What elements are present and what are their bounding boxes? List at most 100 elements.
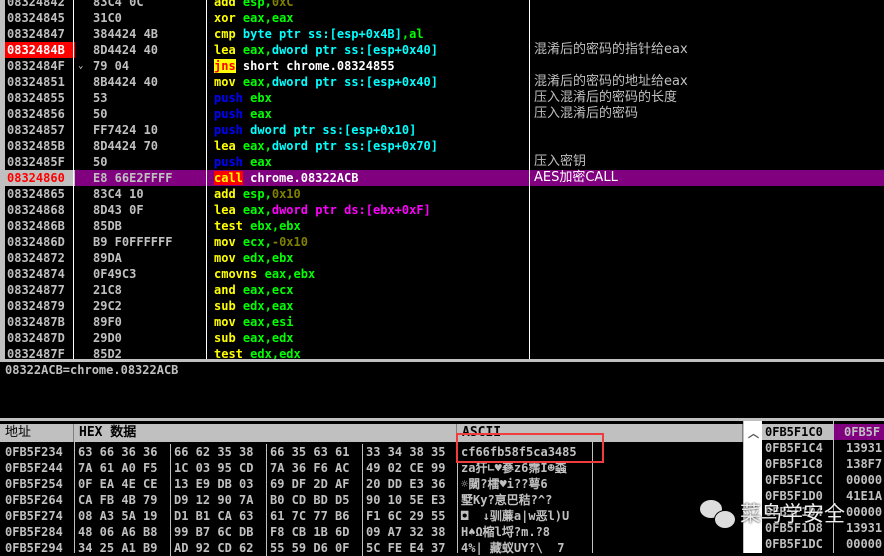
- column-divider: [529, 0, 530, 359]
- disasm-row[interactable]: 0832487D 29D0 sub eax,edx: [0, 330, 884, 346]
- instruction: lea eax,dword ptr ds:[ebx+0xF]: [214, 202, 431, 218]
- operand: eax: [242, 11, 265, 25]
- dump-bytes: 99 B7 6C DB: [174, 525, 254, 539]
- operand: eax: [271, 11, 294, 25]
- disasm-row[interactable]: 0832485F 50 push eax 压入密钥: [0, 154, 884, 170]
- operand: dword ptr ds:[ebx+0xF]: [271, 203, 431, 217]
- disasm-row[interactable]: 08324847 384424 4B cmp byte ptr ss:[esp+0x…: [0, 26, 884, 42]
- stack-row[interactable]: 0FB5F1C0 0FB5F: [762, 424, 884, 440]
- dump-bytes: F8 CB 1B 6D: [270, 525, 350, 539]
- operand: eax: [250, 155, 272, 169]
- operand: edx: [250, 347, 272, 359]
- operand: ,: [271, 347, 280, 359]
- dump-scrollbar[interactable]: ︿: [743, 421, 763, 553]
- instruction: push dword ptr ss:[esp+0x10]: [214, 122, 416, 138]
- comment: 混淆后的密码的指针给eax: [534, 42, 688, 57]
- instruction: and eax,ecx: [214, 282, 294, 298]
- mnemonic: test: [214, 219, 243, 233]
- disasm-row[interactable]: 08324860 E8 66E2FFFF call chrome.08322ACB A…: [5, 170, 884, 186]
- disassembly-pane[interactable]: 08324842 83C4 0C add esp,0xC 08324845 31C0 xo…: [0, 0, 884, 359]
- column-divider: [266, 444, 267, 460]
- address: 0832485F: [7, 155, 65, 169]
- stack-value: 0FB5F: [834, 424, 884, 440]
- mnemonic: cmovns: [214, 267, 258, 281]
- operand: ,: [264, 235, 272, 249]
- column-divider: [206, 0, 207, 359]
- operand: esp: [242, 187, 265, 201]
- mnemonic: mov: [214, 235, 236, 249]
- comment: AES加密CALL: [534, 170, 618, 185]
- instruction: mov edx,ebx: [214, 250, 294, 266]
- disasm-row[interactable]: 0832486D B9 F0FFFFFF mov ecx,-0x10: [0, 234, 884, 250]
- operand: ,: [264, 11, 272, 25]
- address: 0832484B: [5, 42, 75, 58]
- hex-dump-pane[interactable]: 地址 HEX 数据 ASCII 0FB5F234 63 66 36 36 66 62…: [0, 421, 762, 556]
- column-divider: [362, 444, 363, 460]
- column-divider: [266, 540, 267, 556]
- stack-address: 0FB5F1DC: [765, 537, 823, 551]
- disasm-row[interactable]: 08324856 50 push eax 压入混淆后的密码: [0, 106, 884, 122]
- dump-bytes: 48 06 A6 B8: [78, 525, 158, 539]
- disasm-row[interactable]: 0832484F ⌄ 79 04 jns short chrome.08324855: [0, 58, 884, 74]
- dump-address: 0FB5F284: [5, 525, 63, 539]
- disasm-row[interactable]: 08324857 FF7424 10 push dword ptr ss:[esp+…: [0, 122, 884, 138]
- dump-bytes: 13 E9 DB 03: [174, 477, 254, 491]
- disasm-row[interactable]: 08324872 89DA mov edx,ebx: [0, 250, 884, 266]
- instruction: cmovns eax,ebx: [214, 266, 315, 282]
- dump-bytes: 7A 61 A0 F5: [78, 461, 158, 475]
- opcode-bytes: 50: [93, 107, 108, 121]
- operand: eax: [242, 139, 265, 153]
- disasm-row[interactable]: 08324842 83C4 0C add esp,0xC: [0, 0, 884, 10]
- operand: eax: [242, 203, 265, 217]
- operand: ,: [264, 315, 272, 329]
- mnemonic: lea: [214, 203, 236, 217]
- scroll-up-icon[interactable]: ︿: [744, 425, 763, 441]
- dump-bytes: 09 A7 32 38: [366, 525, 446, 539]
- mnemonic: jns: [214, 59, 236, 73]
- column-divider: [362, 540, 363, 556]
- disasm-row[interactable]: 0832487B 89F0 mov eax,esi: [0, 314, 884, 330]
- disasm-row[interactable]: 08324877 21C8 and eax,ecx: [0, 282, 884, 298]
- column-divider: [362, 492, 363, 508]
- dump-address: 0FB5F244: [5, 461, 63, 475]
- operand: ,: [264, 299, 272, 313]
- address: 08324868: [7, 203, 65, 217]
- disasm-row[interactable]: 0832487F 85D2 test edx,edx: [0, 346, 884, 359]
- address: 08324847: [7, 27, 65, 41]
- highlight-box: [456, 433, 604, 463]
- mnemonic: mov: [214, 315, 236, 329]
- opcode-bytes: 85D2: [93, 347, 122, 359]
- operand: edx: [271, 331, 294, 345]
- opcode-bytes: 8D4424 70: [93, 139, 159, 153]
- stack-pane[interactable]: 0FB5F1C0 0FB5F 0FB5F1C4 13931 0FB5F1C8 138F7 0…: [762, 421, 884, 553]
- address: 0832487B: [7, 315, 65, 329]
- opcode-bytes: 50: [93, 155, 108, 169]
- disasm-row[interactable]: 08324851 8B4424 40 mov eax,dword ptr ss:[e…: [0, 74, 884, 90]
- dump-ascii: 4%| 藏蚁UY?\ 7: [461, 541, 565, 555]
- operand: eax: [271, 299, 294, 313]
- dump-header-address[interactable]: 地址: [0, 424, 74, 442]
- disasm-row[interactable]: 08324845 31C0 xor eax,eax: [0, 10, 884, 26]
- operand: ebx: [250, 91, 272, 105]
- column-divider: [362, 508, 363, 524]
- disasm-row[interactable]: 0832484B 8D4424 40 lea eax,dword ptr ss:[e…: [0, 42, 884, 58]
- opcode-bytes: 89DA: [93, 251, 122, 265]
- column-divider: [170, 476, 171, 492]
- disasm-row[interactable]: 08324868 8D43 0F lea eax,dword ptr ds:[ebx…: [0, 202, 884, 218]
- disasm-row[interactable]: 08324879 29C2 sub edx,eax: [0, 298, 884, 314]
- dump-bytes: 90 10 5E E3: [366, 493, 446, 507]
- disasm-row[interactable]: 08324865 83C4 10 add esp,0x10: [0, 186, 884, 202]
- stack-address: 0FB5F1C8: [765, 457, 823, 471]
- instruction: push eax: [214, 106, 272, 122]
- dump-header-hex[interactable]: HEX 数据: [74, 424, 457, 442]
- disasm-row[interactable]: 0832485B 8D4424 70 lea eax,dword ptr ss:[e…: [0, 138, 884, 154]
- address: 08324860: [5, 170, 75, 186]
- mnemonic: add: [214, 187, 236, 201]
- disasm-row[interactable]: 0832486B 85DB test ebx,ebx: [0, 218, 884, 234]
- address: 0832486B: [7, 219, 65, 233]
- info-pane: 08322ACB=chrome.08322ACB: [0, 359, 884, 421]
- disasm-row[interactable]: 08324874 0F49C3 cmovns eax,ebx: [0, 266, 884, 282]
- disasm-row[interactable]: 08324855 53 push ebx 压入混淆后的密码的长度: [0, 90, 884, 106]
- dump-bytes: 33 34 38 35: [366, 445, 446, 459]
- comment: 压入混淆后的密码的长度: [534, 90, 678, 105]
